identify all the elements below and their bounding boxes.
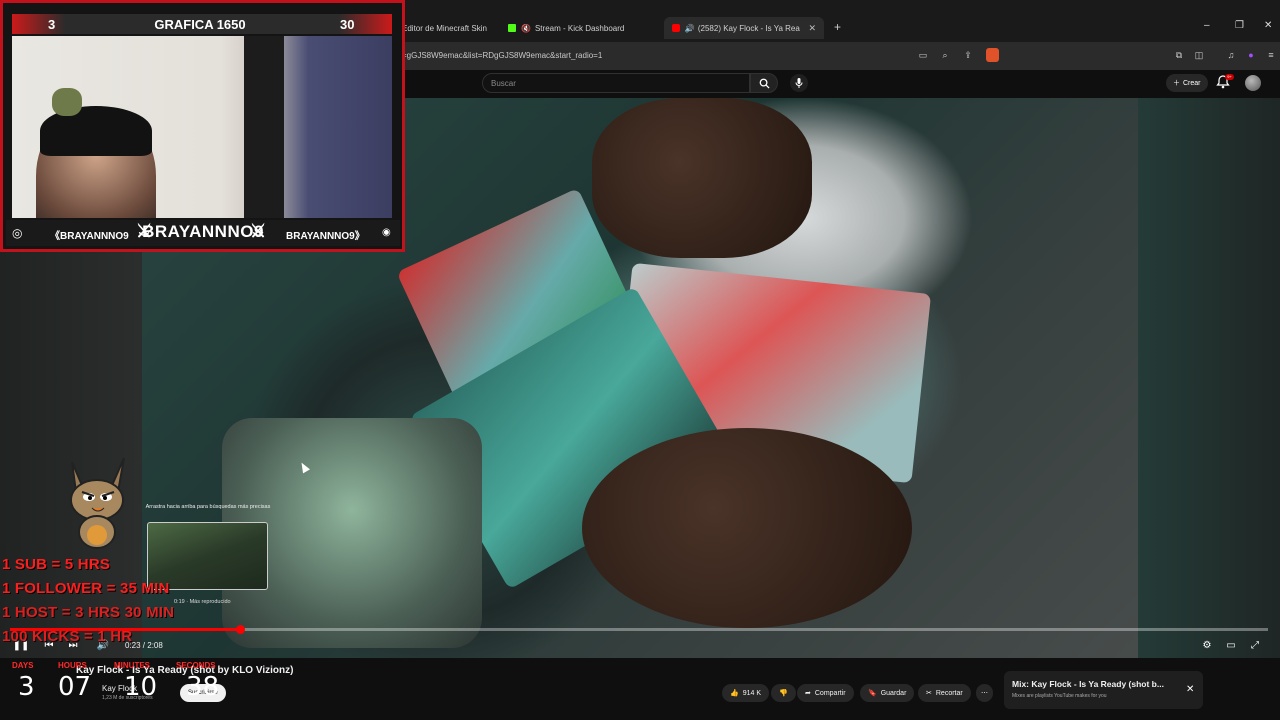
crossed-swords-icon: ⚔ [250,221,267,241]
notification-badge: 9+ [1225,74,1234,80]
tab-label: (2582) Kay Flock - Is Ya Ready [697,23,801,33]
handle-right: BRAYANNNO9》 [286,231,365,242]
share-button[interactable]: ➦ Compartir [797,684,854,702]
minimize-icon[interactable]: – [1204,20,1210,31]
video-hand-top [592,98,812,258]
fullscreen-icon[interactable]: ⤢ [1248,638,1262,652]
save-button[interactable]: 🔖 Guardar [860,684,915,702]
plus-icon: ＋ [1173,80,1180,87]
share-icon[interactable]: ⇪ [962,49,974,61]
more-icon: ⋯ [981,690,988,697]
sidebar-icon[interactable]: ◫ [1193,49,1205,61]
instagram-icon: ◎ [12,226,23,240]
video-blur-right [1138,98,1280,658]
share-label: Compartir [814,689,846,697]
mix-playlist-card[interactable] [1004,671,1203,709]
dislike-button[interactable]: 👎 [771,684,796,702]
thumbs-down-icon: 👎 [779,690,788,697]
tab-label: Stream - Kick Dashboard [534,23,625,33]
share-arrow-icon: ➦ [805,690,811,697]
wallet-icon[interactable]: ● [1245,49,1257,61]
music-icon[interactable]: ♫ [1225,49,1237,61]
zoom-icon[interactable]: ⌕ [939,49,951,61]
bunny-mascot-icon [70,457,125,549]
timer-hours: 07 [58,672,92,702]
menu-icon[interactable]: ≡ [1265,49,1277,61]
screen: Editor de Minecraft Skin 🔇 Stream - Kick… [0,0,1280,720]
close-window-icon[interactable]: ✕ [1264,20,1272,31]
create-button[interactable]: ＋ Crear [1166,74,1208,92]
clip-button[interactable]: ✂ Recortar [918,684,971,702]
video-hand-bottom [582,428,912,628]
timer-label-hours: HOURS [58,661,87,670]
extensions-icon[interactable]: ⧉ [1173,49,1185,61]
timer-label-minutes: MINUTES [114,661,150,670]
shelf-figure [52,88,82,116]
bookmark-icon: 🔖 [868,690,877,697]
close-tab-icon[interactable]: ✕ [808,23,816,34]
progress-bar[interactable] [10,625,1268,634]
brave-shield-icon[interactable] [986,48,999,62]
timer-label-days: DAYS [12,661,34,670]
create-label: Crear [1183,79,1201,87]
url-text[interactable]: =gGJS8W9emac&list=RDgGJS8W9emac&start_ra… [402,51,602,60]
search-icon [759,78,770,89]
speaker-icon: 🔊 [684,23,695,33]
theater-mode-icon[interactable]: ▭ [1224,638,1238,652]
webcam-left-number: 3 [48,17,56,32]
muted-icon: 🔇 [521,23,531,33]
timer-days: 3 [18,672,35,702]
kick-icon [508,24,516,32]
close-mix-icon[interactable]: ✕ [1186,684,1194,695]
subathon-rule: 1 FOLLOWER = 35 MIN [2,580,170,597]
timer-seconds: 38 [186,672,220,702]
tab-kick-dashboard[interactable]: 🔇 Stream - Kick Dashboard [508,17,624,39]
restore-icon[interactable]: ❐ [1235,20,1244,31]
settings-gear-icon[interactable]: ⚙ [1200,638,1214,652]
timer-label-seconds: SECONDS [176,661,216,670]
reader-icon[interactable]: ▭ [917,49,929,61]
mix-title: Mix: Kay Flock - Is Ya Ready (shot b... [1012,679,1164,689]
youtube-icon [672,24,680,32]
handle-left: 《BRAYANNNO9 [50,231,129,242]
tab-youtube-active[interactable]: 🔊 (2582) Kay Flock - Is Ya Ready ✕ [664,17,824,39]
scissors-icon: ✂ [926,690,932,697]
search-button[interactable] [750,73,778,93]
mic-icon [795,78,803,88]
save-label: Guardar [880,689,907,697]
like-button[interactable]: 👍 914 K [722,684,770,702]
subathon-rule: 100 KICKS = 1 HR [2,628,133,645]
search-input[interactable]: Buscar [482,73,750,93]
more-actions-button[interactable]: ⋯ [976,684,993,702]
subathon-rule: 1 SUB = 5 HRS [2,556,111,573]
like-count: 914 K [742,689,762,697]
new-tab-button[interactable]: + [834,20,841,34]
clip-label: Recortar [935,689,963,697]
discord-icon: ◉ [382,227,391,238]
timer-minutes: 10 [124,672,158,702]
subathon-rule: 1 HOST = 3 HRS 30 MIN [2,604,175,621]
thumbs-up-icon: 👍 [730,690,739,697]
suggestion-meta: 0:19 · Más reproducido [174,599,231,605]
tab-minecraft-skin[interactable]: Editor de Minecraft Skin [402,17,487,39]
tab-label: Editor de Minecraft Skin [402,23,487,33]
webcam-feed [12,36,392,218]
voice-search-button[interactable] [790,74,808,92]
webcam-title: GRAFICA 1650 [154,17,246,32]
webcam-right-number: 30 [340,17,355,32]
mix-subtitle: Mixes are playlists YouTube makes for yo… [1012,693,1107,699]
account-avatar[interactable] [1245,75,1261,91]
suggestion-hint: Arrastra hacia arriba para búsquedas más… [145,504,271,510]
door-frame [244,36,284,218]
